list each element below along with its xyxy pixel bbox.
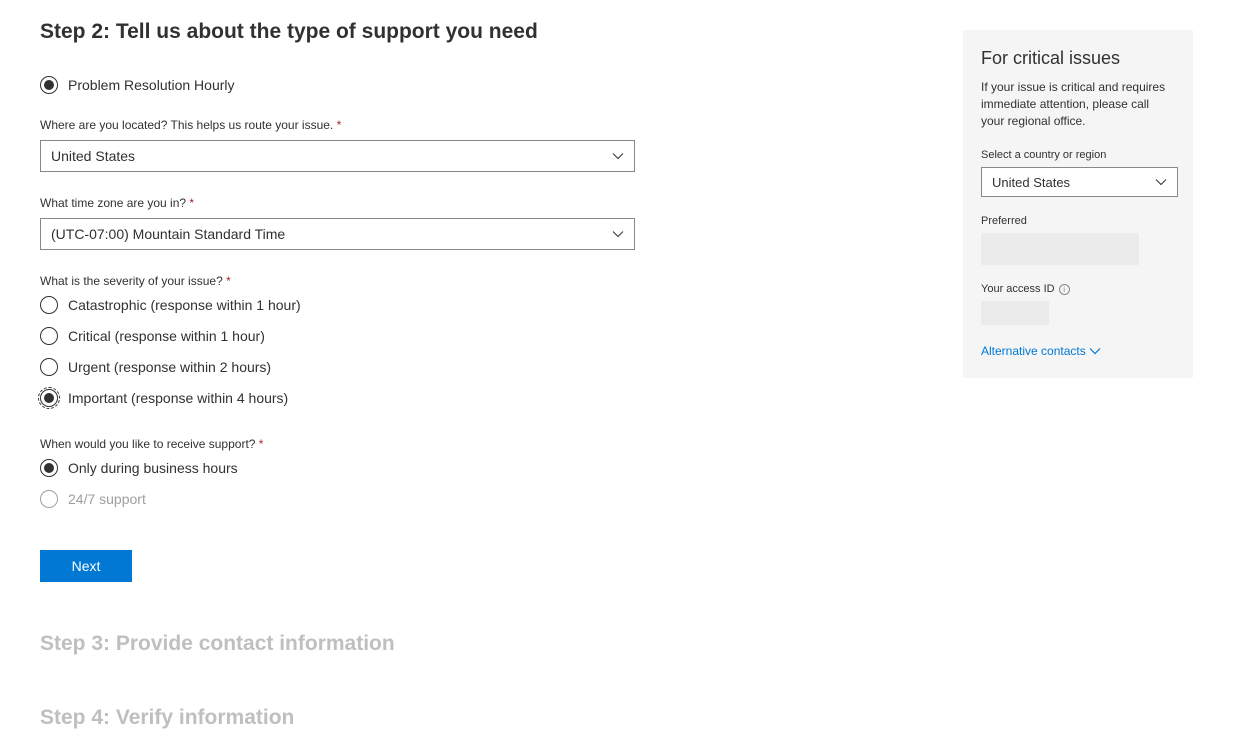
country-region-value: United States: [992, 175, 1070, 190]
timezone-select[interactable]: (UTC-07:00) Mountain Standard Time: [40, 218, 635, 250]
radio-urgent[interactable]: Urgent (response within 2 hours): [40, 358, 923, 376]
chevron-down-icon: [612, 228, 624, 240]
severity-label: What is the severity of your issue? *: [40, 274, 923, 288]
country-region-label: Select a country or region: [981, 149, 1175, 161]
country-region-select[interactable]: United States: [981, 167, 1178, 197]
radio-icon: [40, 490, 58, 508]
radio-icon: [40, 327, 58, 345]
radio-247-support: 24/7 support: [40, 490, 923, 508]
step-4-title: Step 4: Verify information: [40, 706, 923, 730]
radio-important[interactable]: Important (response within 4 hours): [40, 389, 923, 407]
location-value: United States: [51, 148, 135, 164]
access-id-placeholder: [981, 301, 1049, 325]
critical-issues-panel: For critical issues If your issue is cri…: [963, 30, 1193, 378]
location-group: Where are you located? This helps us rou…: [40, 118, 923, 172]
radio-label: Only during business hours: [68, 460, 238, 476]
location-label: Where are you located? This helps us rou…: [40, 118, 923, 132]
radio-problem-resolution-hourly[interactable]: Problem Resolution Hourly: [40, 76, 923, 94]
step-3-title: Step 3: Provide contact information: [40, 632, 923, 656]
severity-group: What is the severity of your issue? * Ca…: [40, 274, 923, 407]
radio-icon: [40, 389, 58, 407]
location-select[interactable]: United States: [40, 140, 635, 172]
preferred-placeholder: [981, 233, 1139, 265]
chevron-down-icon: [1089, 345, 1101, 357]
radio-label: Important (response within 4 hours): [68, 390, 288, 406]
timezone-label: What time zone are you in? *: [40, 196, 923, 210]
radio-business-hours[interactable]: Only during business hours: [40, 459, 923, 477]
radio-catastrophic[interactable]: Catastrophic (response within 1 hour): [40, 296, 923, 314]
access-id-label: Your access ID i: [981, 283, 1175, 295]
next-button[interactable]: Next: [40, 550, 132, 582]
radio-icon: [40, 358, 58, 376]
alternative-contacts-link[interactable]: Alternative contacts: [981, 344, 1101, 358]
critical-issues-text: If your issue is critical and requires i…: [981, 79, 1175, 129]
support-time-label: When would you like to receive support? …: [40, 437, 923, 451]
critical-issues-title: For critical issues: [981, 48, 1175, 69]
radio-label: Catastrophic (response within 1 hour): [68, 297, 301, 313]
support-time-group: When would you like to receive support? …: [40, 437, 923, 508]
timezone-group: What time zone are you in? * (UTC-07:00)…: [40, 196, 923, 250]
chevron-down-icon: [612, 150, 624, 162]
info-icon[interactable]: i: [1059, 284, 1070, 295]
radio-label: Critical (response within 1 hour): [68, 328, 265, 344]
step-2-title: Step 2: Tell us about the type of suppor…: [40, 20, 923, 44]
radio-icon: [40, 296, 58, 314]
radio-label: Problem Resolution Hourly: [68, 77, 235, 93]
radio-label: Urgent (response within 2 hours): [68, 359, 271, 375]
radio-label: 24/7 support: [68, 491, 146, 507]
support-type-group: Problem Resolution Hourly: [40, 76, 923, 94]
chevron-down-icon: [1155, 176, 1167, 188]
radio-icon: [40, 459, 58, 477]
preferred-label: Preferred: [981, 215, 1175, 227]
radio-icon: [40, 76, 58, 94]
timezone-value: (UTC-07:00) Mountain Standard Time: [51, 226, 285, 242]
radio-critical[interactable]: Critical (response within 1 hour): [40, 327, 923, 345]
